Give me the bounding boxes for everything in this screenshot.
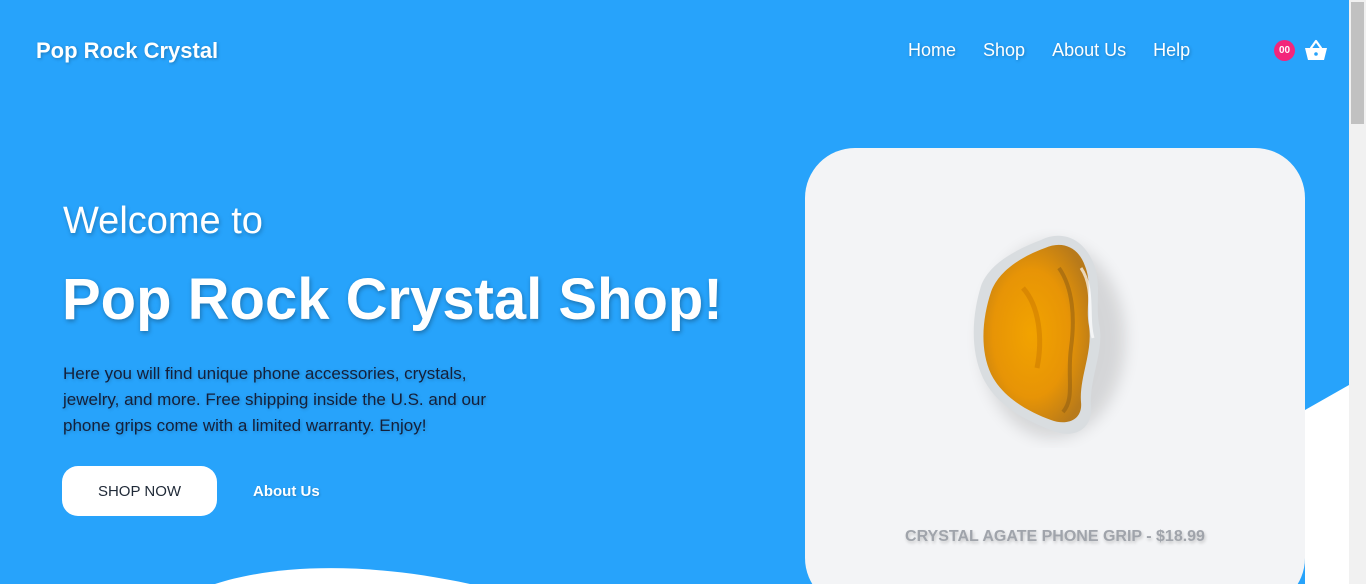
about-us-link[interactable]: About Us (253, 483, 320, 500)
hero-section: Pop Rock Crystal Home Shop About Us Help… (0, 0, 1349, 584)
nav-about-us[interactable]: About Us (1052, 40, 1126, 61)
agate-crystal-image[interactable] (963, 228, 1143, 448)
welcome-text: Welcome to (63, 200, 263, 242)
cart-count-badge: 00 (1274, 40, 1295, 61)
page-scrollbar[interactable] (1349, 0, 1366, 584)
shop-now-button[interactable]: SHOP NOW (62, 466, 217, 516)
basket-icon[interactable] (1303, 38, 1329, 64)
brand-logo[interactable]: Pop Rock Crystal (36, 38, 218, 64)
nav-shop[interactable]: Shop (983, 40, 1025, 61)
scrollbar-thumb[interactable] (1351, 2, 1364, 124)
main-nav: Home Shop About Us Help (908, 40, 1190, 61)
nav-home[interactable]: Home (908, 40, 956, 61)
page-title: Pop Rock Crystal Shop! (62, 267, 723, 332)
hero-description: Here you will find unique phone accessor… (63, 364, 487, 435)
featured-product-card[interactable]: CRYSTAL AGATE PHONE GRIP - $18.99 (805, 148, 1305, 584)
product-name-price[interactable]: CRYSTAL AGATE PHONE GRIP - $18.99 (805, 528, 1305, 546)
nav-help[interactable]: Help (1153, 40, 1190, 61)
